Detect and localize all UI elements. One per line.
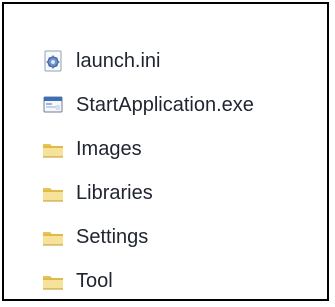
file-name: Libraries bbox=[76, 182, 153, 204]
folder-icon bbox=[40, 224, 66, 250]
file-name: Tool bbox=[76, 270, 113, 292]
file-item-images[interactable]: Images bbox=[40, 134, 254, 164]
application-icon bbox=[40, 92, 66, 118]
file-name: Settings bbox=[76, 226, 149, 248]
file-list: launch.ini StartApplication.exe Images L… bbox=[40, 46, 254, 296]
file-name: Images bbox=[76, 138, 142, 160]
file-item-libraries[interactable]: Libraries bbox=[40, 178, 254, 208]
file-item-launch-ini[interactable]: launch.ini bbox=[40, 46, 254, 76]
file-name: launch.ini bbox=[76, 50, 161, 72]
file-item-settings[interactable]: Settings bbox=[40, 222, 254, 252]
file-item-tool[interactable]: Tool bbox=[40, 266, 254, 296]
file-item-startapplication-exe[interactable]: StartApplication.exe bbox=[40, 90, 254, 120]
file-name: StartApplication.exe bbox=[76, 94, 254, 116]
file-browser-panel: launch.ini StartApplication.exe Images L… bbox=[2, 2, 329, 301]
folder-icon bbox=[40, 180, 66, 206]
folder-icon bbox=[40, 136, 66, 162]
folder-icon bbox=[40, 268, 66, 294]
config-file-icon bbox=[40, 48, 66, 74]
